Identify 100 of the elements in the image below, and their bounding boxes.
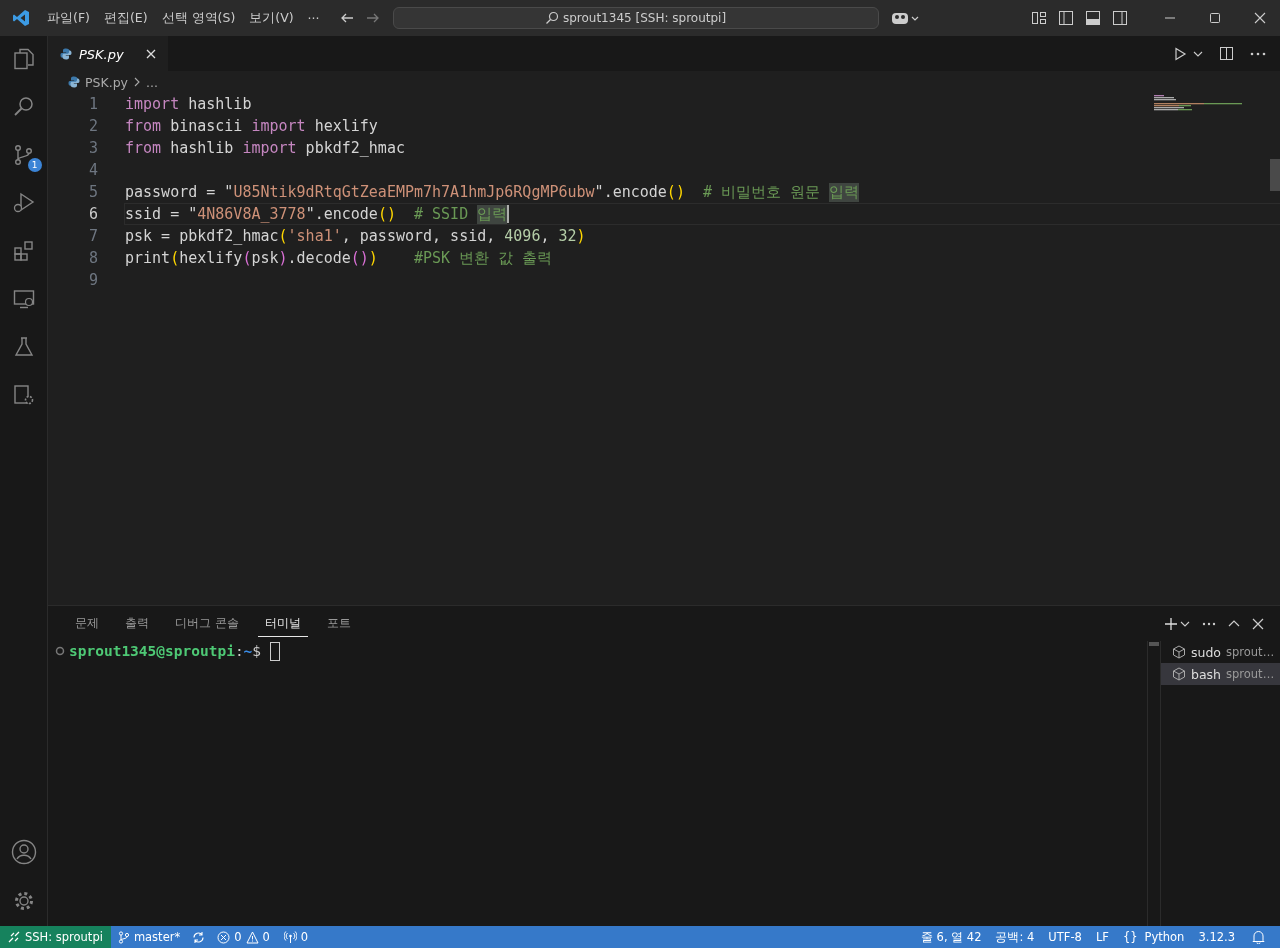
- panel-tab[interactable]: 포트: [319, 610, 358, 637]
- code-bracket: (): [350, 249, 369, 267]
- files-icon[interactable]: [11, 47, 36, 71]
- code-text: binascii: [169, 117, 244, 135]
- line-number: 3: [87, 139, 98, 157]
- code-text: ,: [540, 227, 551, 245]
- chevron-right-icon: [133, 77, 141, 87]
- menu-item[interactable]: 편집(E): [96, 9, 155, 27]
- code-text: .decode: [287, 249, 351, 267]
- python-file-icon: [68, 76, 80, 88]
- ports-indicator[interactable]: 0: [276, 930, 316, 944]
- line-number: 9: [87, 271, 98, 289]
- cursor-position[interactable]: 줄 6, 열 42: [913, 929, 989, 945]
- highlighted-word: 입력: [477, 204, 508, 224]
- code-text: pbkdf2_hmac: [304, 139, 405, 157]
- circle-icon: [55, 646, 65, 656]
- search-icon: [544, 11, 559, 25]
- line-number: 6: [87, 205, 98, 223]
- code-bracket: ): [368, 249, 378, 267]
- plus-icon[interactable]: [1164, 616, 1178, 631]
- panel-tab[interactable]: 문제: [68, 610, 106, 637]
- code-bracket: (: [278, 227, 288, 245]
- code-string: U85Ntik9dRtqGtZeaEMPm7h7A1hmJp6RQgMP6ubw: [233, 183, 595, 201]
- code-bracket: ): [576, 227, 586, 245]
- panel-tab[interactable]: 디버그 콘솔: [168, 610, 246, 637]
- code-bracket: (): [666, 183, 685, 201]
- close-icon[interactable]: [1252, 617, 1264, 630]
- extensions-icon[interactable]: [11, 239, 36, 263]
- menu-item[interactable]: 파일(F): [40, 9, 97, 27]
- terminal-list-item[interactable]: bash sprout…: [1161, 663, 1280, 685]
- tab-label: PSK.py: [79, 46, 124, 62]
- account-icon[interactable]: [10, 839, 37, 865]
- branch-indicator[interactable]: master*: [110, 930, 188, 944]
- editor-logo-icon: [12, 9, 30, 27]
- command-center-search[interactable]: sprout1345 [SSH: sproutpi]: [392, 7, 879, 29]
- secondary-sidebar-icon[interactable]: [1111, 10, 1128, 26]
- code-bracket: ): [278, 249, 288, 267]
- text-cursor: [507, 205, 510, 223]
- breadcrumb-item[interactable]: ...: [146, 74, 158, 90]
- python-version[interactable]: 3.12.3: [1191, 930, 1242, 944]
- line-number: 8: [87, 249, 98, 267]
- panel-tab[interactable]: 터미널: [257, 610, 308, 637]
- code-text: ".encode: [594, 183, 667, 201]
- gear-document-icon[interactable]: [11, 383, 36, 407]
- code-keyword: import: [125, 95, 180, 113]
- indentation-setting[interactable]: 공백: 4: [988, 929, 1042, 945]
- panel-tab[interactable]: 출력: [118, 610, 156, 637]
- sync-icon[interactable]: [192, 930, 206, 944]
- run-debug-icon[interactable]: [11, 191, 36, 215]
- prompt-path: ~: [243, 643, 253, 659]
- prompt-separator: :: [234, 643, 244, 659]
- split-editor-icon[interactable]: [1219, 46, 1234, 61]
- breadcrumb-item[interactable]: PSK.py: [85, 74, 128, 90]
- layout-icon[interactable]: [1030, 10, 1047, 26]
- copilot-icon[interactable]: [890, 10, 921, 26]
- line-number: 2: [87, 117, 98, 135]
- prompt-symbol: $: [252, 643, 262, 659]
- line-number: 5: [87, 183, 98, 201]
- more-icon[interactable]: [1202, 621, 1216, 626]
- code-number: 32: [558, 227, 577, 245]
- code-string: 4N86V8A_3778: [197, 205, 306, 223]
- language-mode[interactable]: {} Python: [1115, 930, 1192, 944]
- panel-toggle-icon[interactable]: [1084, 10, 1101, 26]
- code-string: 'sha1': [287, 227, 342, 245]
- cube-icon: [1172, 667, 1186, 681]
- scrollbar-thumb[interactable]: [1270, 159, 1280, 191]
- code-text: hexlify: [179, 249, 243, 267]
- close-icon[interactable]: [146, 49, 156, 59]
- code-text: psk = pbkdf2_hmac: [125, 227, 279, 245]
- line-number: 1: [87, 95, 98, 113]
- code-comment: # 비밀번호 원문: [701, 182, 822, 202]
- remote-indicator[interactable]: SSH: sproutpi: [0, 926, 111, 948]
- prompt-user-host: sprout1345@sproutpi: [69, 643, 235, 659]
- sidebar-toggle-icon[interactable]: [1057, 10, 1074, 26]
- code-text: ssid = ": [125, 205, 198, 223]
- menu-item[interactable]: 선택 영역(S): [154, 9, 243, 27]
- code-text: hashlib: [187, 95, 252, 113]
- code-comment: # SSID: [413, 205, 470, 223]
- code-keyword: import: [242, 139, 297, 157]
- remote-monitor-icon[interactable]: [11, 287, 36, 311]
- code-text: ".encode: [305, 205, 378, 223]
- line-ending-setting[interactable]: LF: [1088, 930, 1116, 944]
- encoding-setting[interactable]: UTF-8: [1041, 930, 1089, 944]
- code-text: print: [125, 249, 171, 267]
- run-icon[interactable]: [1173, 46, 1187, 61]
- menu-item[interactable]: 보기(V): [242, 9, 301, 27]
- line-number: 7: [87, 227, 98, 245]
- highlighted-word: 입력: [829, 182, 860, 202]
- editor-tab[interactable]: PSK.py: [48, 36, 168, 71]
- maximize-icon[interactable]: [1208, 12, 1221, 24]
- scrollbar-thumb[interactable]: [1149, 642, 1159, 646]
- cube-icon: [1172, 645, 1186, 659]
- more-icon[interactable]: [1250, 51, 1266, 56]
- problems-indicator[interactable]: 0 0: [210, 930, 277, 944]
- python-file-icon: [60, 48, 72, 60]
- close-icon[interactable]: [1253, 12, 1266, 24]
- bell-icon[interactable]: [1252, 930, 1265, 944]
- line-number: 4: [87, 161, 98, 179]
- terminal-list-item[interactable]: sudo sprout…: [1161, 641, 1280, 663]
- menu-item[interactable]: ···: [300, 10, 327, 26]
